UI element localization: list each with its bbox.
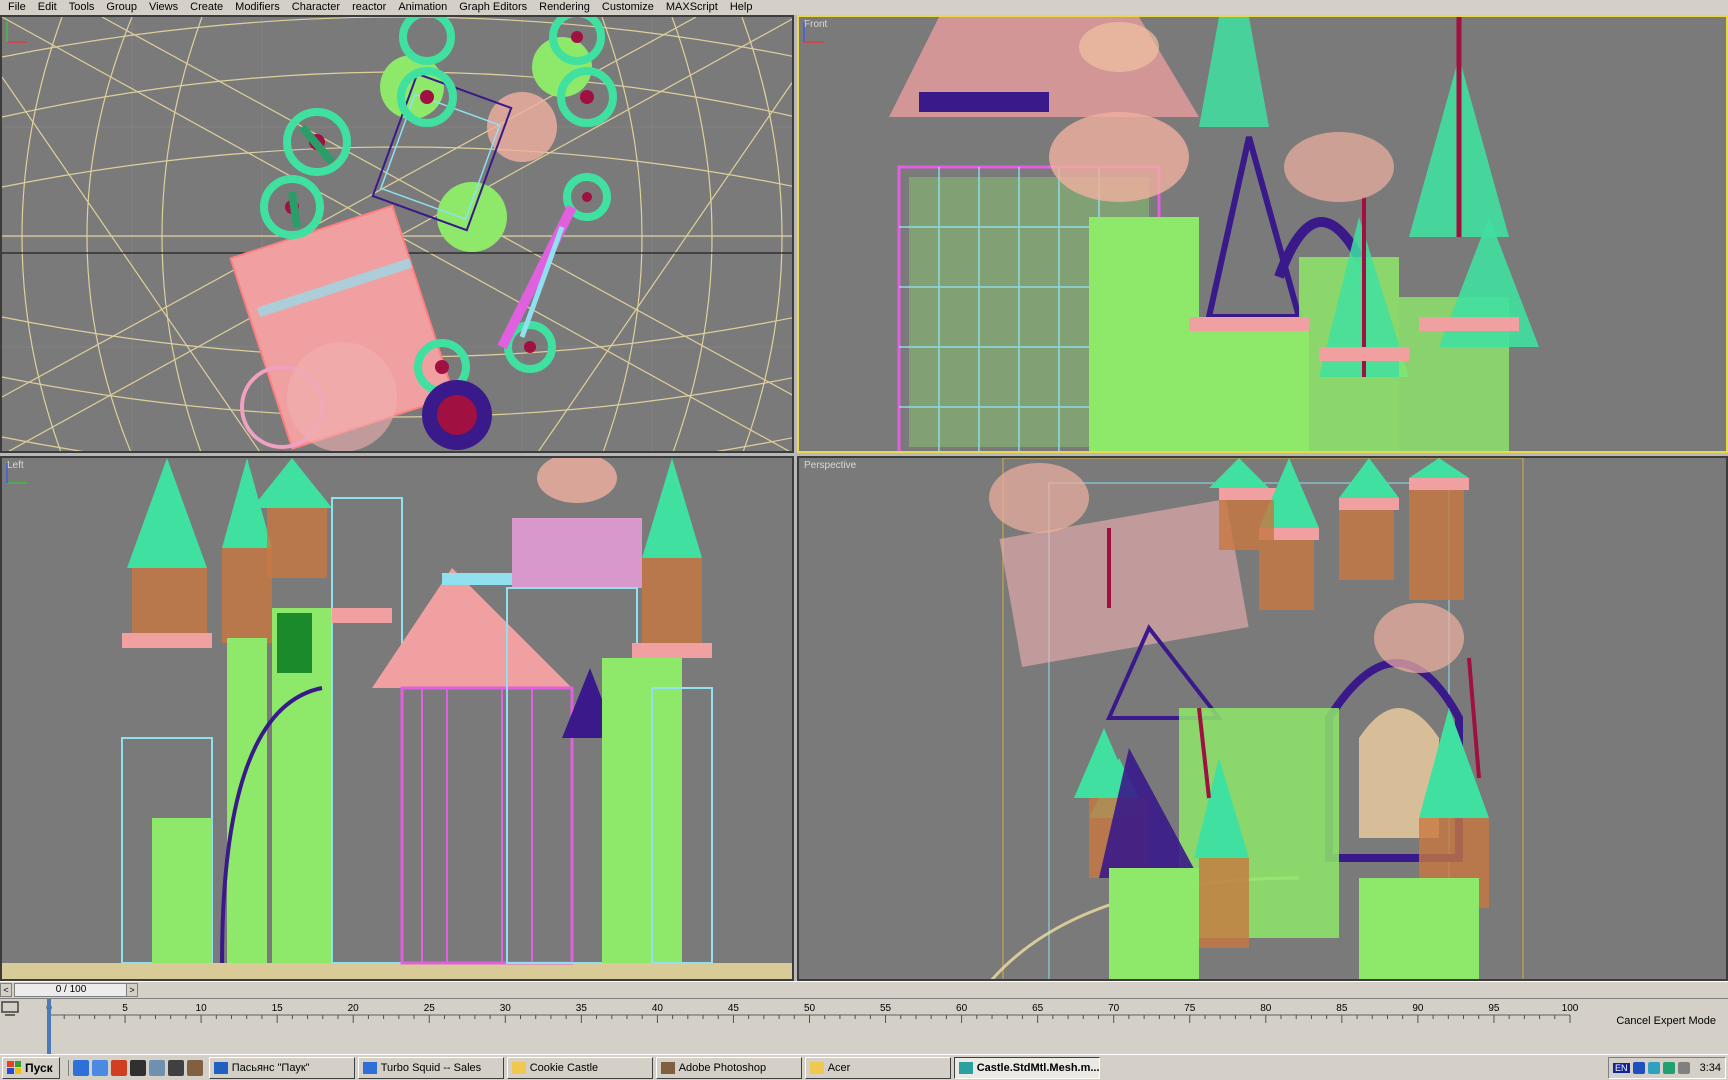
windows-logo-icon <box>7 1061 21 1074</box>
menu-reactor[interactable]: reactor <box>346 0 392 15</box>
task-3dsmax[interactable]: Castle.StdMtl.Mesh.m... <box>953 1056 1100 1079</box>
viewport-perspective-label: Perspective <box>804 460 857 471</box>
3dsmax-icon[interactable] <box>167 1059 184 1076</box>
menu-edit[interactable]: Edit <box>32 0 63 15</box>
ruler-tick-label: 90 <box>1412 1003 1424 1014</box>
task-label: Turbo Squid -- Sales <box>380 1061 482 1074</box>
task-label: Adobe Photoshop <box>678 1061 767 1074</box>
menu-file[interactable]: File <box>2 0 32 15</box>
track-bar[interactable]: 0510152025303540455055606570758085909510… <box>0 998 1728 1055</box>
task-label: Cookie Castle <box>529 1061 599 1074</box>
axis-tripod-icon <box>803 22 824 43</box>
viewport-front[interactable]: Front <box>797 15 1728 453</box>
ruler-tick-label: 50 <box>804 1003 816 1014</box>
viewport-perspective-canvas <box>989 458 1524 979</box>
update-icon[interactable] <box>1662 1062 1675 1074</box>
task-spider-solitaire[interactable]: Пасьянс "Паук" <box>208 1056 355 1079</box>
viewport-left[interactable]: Left <box>0 456 794 981</box>
viewport-top[interactable] <box>0 15 794 453</box>
menu-create[interactable]: Create <box>184 0 229 15</box>
start-button[interactable]: Пуск <box>2 1056 60 1079</box>
task-cookie-castle[interactable]: Cookie Castle <box>506 1056 653 1079</box>
axis-tripod-icon <box>6 463 27 484</box>
ruler-tick-label: 85 <box>1336 1003 1348 1014</box>
menu-help[interactable]: Help <box>724 0 759 15</box>
current-frame-marker <box>47 999 51 1055</box>
menu-character[interactable]: Character <box>286 0 346 15</box>
ruler-tick-label: 45 <box>728 1003 740 1014</box>
windows-taskbar: Пуск Пасьянс "Паук" Turbo Squid -- Sales… <box>0 1054 1728 1080</box>
start-label: Пуск <box>25 1060 53 1075</box>
task-label: Castle.StdMtl.Mesh.m... <box>976 1061 1100 1074</box>
task-turbosquid[interactable]: Turbo Squid -- Sales <box>357 1056 504 1079</box>
frame-ruler: 0510152025303540455055606570758085909510… <box>46 999 1579 1055</box>
menu-graph-editors[interactable]: Graph Editors <box>453 0 533 15</box>
menu-bar: File Edit Tools Group Views Create Modif… <box>0 0 1728 15</box>
menu-modifiers[interactable]: Modifiers <box>229 0 286 15</box>
ie-icon[interactable] <box>72 1059 89 1076</box>
ruler-tick-label: 95 <box>1488 1003 1500 1014</box>
ruler-tick-label: 10 <box>196 1003 208 1014</box>
photoshop-icon <box>660 1061 675 1074</box>
browser-icon <box>362 1061 377 1074</box>
ruler-tick-label: 60 <box>956 1003 968 1014</box>
messenger-icon[interactable] <box>91 1059 108 1076</box>
folder-icon <box>511 1061 526 1074</box>
3dsmax-window: File Edit Tools Group Views Create Modif… <box>0 0 1728 1080</box>
ruler-tick-label: 70 <box>1108 1003 1120 1014</box>
time-next-button[interactable]: > <box>126 983 138 997</box>
menu-tools[interactable]: Tools <box>63 0 101 15</box>
card-game-icon <box>213 1061 228 1074</box>
ruler-tick-label: 40 <box>652 1003 664 1014</box>
media-player-icon[interactable] <box>110 1059 127 1076</box>
ruler-tick-label: 35 <box>576 1003 588 1014</box>
ruler-tick-label: 100 <box>1562 1003 1579 1014</box>
3dsmax-icon <box>958 1061 973 1074</box>
viewport-left-canvas <box>2 458 792 979</box>
ruler-tick-label: 80 <box>1260 1003 1272 1014</box>
time-prev-button[interactable]: < <box>0 983 12 997</box>
menu-group[interactable]: Group <box>100 0 143 15</box>
ruler-tick-label: 30 <box>500 1003 512 1014</box>
antivirus-icon[interactable] <box>1647 1062 1660 1074</box>
folder-icon <box>809 1061 824 1074</box>
menu-maxscript[interactable]: MAXScript <box>660 0 724 15</box>
ruler-tick-label: 65 <box>1032 1003 1044 1014</box>
menu-views[interactable]: Views <box>143 0 184 15</box>
viewport-front-canvas <box>889 17 1539 451</box>
quick-launch <box>67 1059 203 1076</box>
window-icon[interactable] <box>148 1059 165 1076</box>
task-label: Acer <box>827 1061 851 1074</box>
volume-icon[interactable] <box>1677 1062 1690 1074</box>
menu-rendering[interactable]: Rendering <box>533 0 596 15</box>
viewport-area: Front Left Perspective <box>0 15 1728 981</box>
time-slider-thumb[interactable]: 0 / 100 <box>14 983 128 997</box>
viewport-top-canvas <box>2 17 792 451</box>
task-acer[interactable]: Acer <box>804 1056 951 1079</box>
menu-customize[interactable]: Customize <box>596 0 660 15</box>
time-slider-bar: < 0 / 100 > <box>0 981 1728 998</box>
game-icon[interactable] <box>129 1059 146 1076</box>
clock[interactable]: 3:34 <box>1700 1062 1721 1074</box>
ruler-tick-label: 25 <box>424 1003 436 1014</box>
ruler-tick-label: 55 <box>880 1003 892 1014</box>
viewport-perspective[interactable]: Perspective <box>797 456 1728 981</box>
ruler-tick-label: 5 <box>122 1003 128 1014</box>
key-filter-icon[interactable] <box>0 999 20 1017</box>
ruler-tick-label: 15 <box>272 1003 284 1014</box>
task-label: Пасьянс "Паук" <box>231 1061 310 1074</box>
network-icon[interactable] <box>1632 1062 1645 1074</box>
task-photoshop[interactable]: Adobe Photoshop <box>655 1056 802 1079</box>
ruler-tick-label: 20 <box>348 1003 360 1014</box>
language-indicator[interactable]: EN <box>1613 1063 1630 1073</box>
system-tray: EN 3:34 <box>1608 1057 1726 1079</box>
photoshop-icon[interactable] <box>186 1059 203 1076</box>
cancel-expert-mode-button[interactable]: Cancel Expert Mode <box>1612 1013 1720 1029</box>
menu-animation[interactable]: Animation <box>392 0 453 15</box>
axis-tripod-icon <box>6 22 27 43</box>
ruler-tick-label: 75 <box>1184 1003 1196 1014</box>
